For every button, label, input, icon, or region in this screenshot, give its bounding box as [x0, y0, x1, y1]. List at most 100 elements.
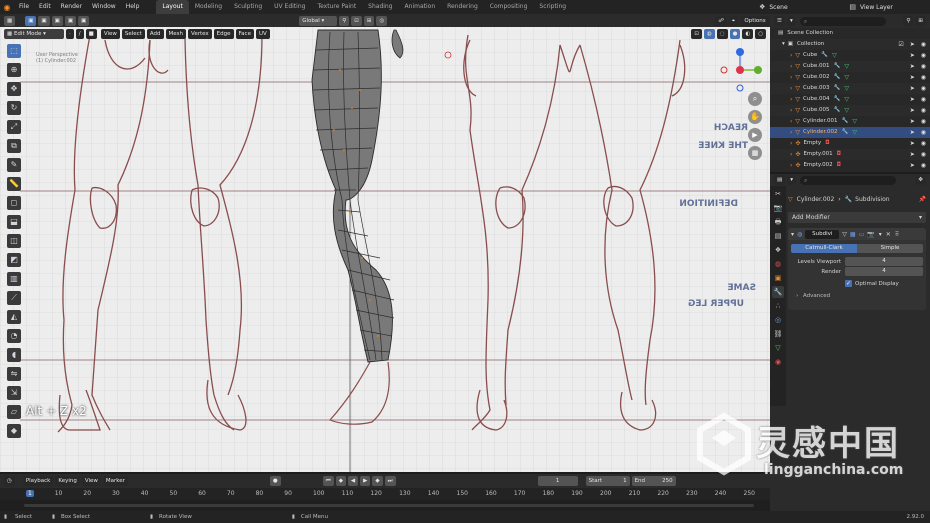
current-frame-field[interactable]: 1	[537, 476, 578, 486]
modifier-menu-icon[interactable]: ▾	[879, 231, 882, 238]
scene-collection-row[interactable]: ▤ Scene Collection	[770, 28, 930, 39]
select-arrow-icon[interactable]: ➤	[910, 105, 915, 116]
material-tab-icon[interactable]: ◉	[772, 356, 784, 368]
tab-sculpting[interactable]: Sculpting	[228, 0, 268, 14]
poly-build-tool-icon[interactable]: ◭	[7, 310, 21, 324]
outliner-item[interactable]: › ▽ Cube.002 🔧 ▽ ➤ ◉	[770, 72, 930, 83]
shading-render-icon[interactable]: ○	[755, 29, 766, 39]
snap-icon[interactable]: ⊡	[351, 15, 362, 26]
modifier-collapse-icon[interactable]: ▾	[791, 231, 794, 238]
outliner-filter-mode-icon[interactable]: ▾	[786, 16, 796, 26]
advanced-subpanel[interactable]: › Advanced	[796, 293, 926, 299]
visibility-icon[interactable]: ◉	[921, 138, 926, 149]
inset-tool-icon[interactable]: ◫	[7, 234, 21, 248]
spin-tool-icon[interactable]: ◔	[7, 329, 21, 343]
visibility-icon[interactable]: ◉	[921, 61, 926, 72]
render-levels-field[interactable]: 4	[845, 267, 923, 276]
outliner-item[interactable]: › ▽ Cube.004 🔧 ▽ ➤ ◉	[770, 94, 930, 105]
bevel-tool-icon[interactable]: ◩	[7, 253, 21, 267]
expand-arrow-icon[interactable]: ›	[790, 149, 792, 160]
select-mode-intersect-icon[interactable]: ▣	[78, 15, 90, 26]
collection-row[interactable]: ▾ ▣ Collection ☑ ➤ ◉	[770, 39, 930, 50]
tab-shading[interactable]: Shading	[362, 0, 398, 14]
expand-arrow-icon[interactable]: ›	[790, 83, 792, 94]
overlay-icon[interactable]: ◍	[703, 29, 715, 39]
new-collection-icon[interactable]: ⊞	[915, 16, 926, 26]
modifier-delete-icon[interactable]: ✕	[886, 231, 891, 238]
outliner-filter-icon[interactable]: ⚲	[903, 16, 914, 26]
outliner-item[interactable]: › ▽ Cube 🔧 ▽ ➤ ◉	[770, 50, 930, 61]
scene-selector[interactable]: Scene	[769, 4, 839, 11]
visibility-icon[interactable]: ◉	[921, 160, 926, 171]
visibility-icon[interactable]: ◉	[921, 127, 926, 138]
select-arrow-icon[interactable]: ➤	[910, 94, 915, 105]
rotate-tool-icon[interactable]: ↻	[7, 101, 21, 115]
properties-pin-icon[interactable]: ✥	[915, 175, 926, 185]
edit-menu-vertex[interactable]: Vertex	[187, 29, 212, 39]
jump-start-icon[interactable]: ⏮	[322, 476, 334, 486]
select-arrow-icon[interactable]: ➤	[910, 160, 915, 171]
shading-solid-icon[interactable]: ●	[729, 29, 741, 39]
tab-animation[interactable]: Animation	[399, 0, 442, 14]
tab-texture-paint[interactable]: Texture Paint	[311, 0, 362, 14]
mode-dropdown[interactable]: ▦ Edit Mode ▾	[4, 29, 64, 39]
scene-icon[interactable]: ❖	[759, 3, 765, 11]
expand-arrow-icon[interactable]: ›	[790, 94, 792, 105]
shear-tool-icon[interactable]: ▱	[7, 405, 21, 419]
timeline-ruler[interactable]: 1 10 20 30 40 50 60 70 80 90 100 110 120 130 140 150 160…	[0, 488, 770, 500]
expand-arrow-icon[interactable]: ›	[790, 72, 792, 83]
shrink-fatten-tool-icon[interactable]: ⇲	[7, 386, 21, 400]
move-tool-icon[interactable]: ✥	[7, 82, 21, 96]
blender-logo-icon[interactable]: ◉	[0, 3, 14, 12]
tool-tab-icon[interactable]: ✂	[772, 188, 784, 200]
outliner-item[interactable]: › ▽ Cube.003 🔧 ▽ ➤ ◉	[770, 83, 930, 94]
output-tab-icon[interactable]: 🖶	[772, 216, 784, 228]
expand-arrow-icon[interactable]: ›	[790, 61, 792, 72]
edit-menu-view[interactable]: View	[100, 29, 120, 39]
expand-arrow-icon[interactable]: ›	[790, 50, 792, 61]
view-layer-selector[interactable]: View Layer	[860, 4, 930, 11]
viewport-toggle-icon[interactable]: ▭	[859, 231, 865, 238]
outliner-item[interactable]: › ✣ Empty ◘ ➤ ◉	[770, 138, 930, 149]
render-tab-icon[interactable]: 📷	[772, 202, 784, 214]
simple-button[interactable]: Simple	[857, 244, 923, 253]
properties-search-field[interactable]: ⌕	[799, 175, 896, 185]
edit-menu-add[interactable]: Add	[146, 29, 164, 39]
exclude-checkbox-icon[interactable]: ☑	[898, 39, 903, 50]
modifier-name-field[interactable]: Subdivi	[805, 229, 840, 239]
smooth-tool-icon[interactable]: ◖	[7, 348, 21, 362]
menu-window[interactable]: Window	[87, 0, 121, 14]
tab-scripting[interactable]: Scripting	[533, 0, 572, 14]
select-mode-extend-icon[interactable]: ▣	[38, 15, 50, 26]
cage-toggle-icon[interactable]: ▦	[850, 231, 856, 238]
timeline-scrollbar[interactable]	[24, 504, 754, 507]
particles-tab-icon[interactable]: ∴	[772, 300, 784, 312]
loop-cut-tool-icon[interactable]: ▥	[7, 272, 21, 286]
optimal-display-checkbox[interactable]: ✓	[845, 280, 852, 287]
edge-slide-tool-icon[interactable]: ⇋	[7, 367, 21, 381]
select-arrow-icon[interactable]: ➤	[910, 83, 915, 94]
perspective-toggle-icon[interactable]: ▦	[748, 146, 762, 160]
marker-menu[interactable]: Marker	[102, 476, 128, 486]
visibility-icon[interactable]: ◉	[921, 94, 926, 105]
scene-tab-icon[interactable]: ❖	[772, 244, 784, 256]
properties-editor-icon[interactable]: ▤	[774, 175, 786, 185]
select-arrow-icon[interactable]: ➤	[910, 50, 915, 61]
face-select-icon[interactable]: ■	[85, 29, 97, 39]
outliner-item[interactable]: › ✣ Empty.002 ◘ ➤ ◉	[770, 160, 930, 171]
tab-modeling[interactable]: Modeling	[189, 0, 228, 14]
select-mode-subtract-icon[interactable]: ▣	[51, 15, 63, 26]
edit-menu-mesh[interactable]: Mesh	[165, 29, 186, 39]
select-arrow-icon[interactable]: ➤	[910, 72, 915, 83]
data-tab-icon[interactable]: ▽	[772, 342, 784, 354]
modifier-tab-icon[interactable]: 🔧	[772, 286, 784, 298]
next-key-icon[interactable]: ◆	[372, 476, 383, 486]
menu-file[interactable]: File	[14, 0, 34, 14]
playback-menu[interactable]: Playback	[22, 476, 54, 486]
select-arrow-icon[interactable]: ➤	[910, 149, 915, 160]
context-pin-icon[interactable]: 📌	[919, 196, 926, 203]
transform-tool-icon[interactable]: ⧉	[7, 139, 21, 153]
snap-target-icon[interactable]: ⊞	[363, 15, 375, 26]
visibility-icon[interactable]: ◉	[921, 83, 926, 94]
select-arrow-icon[interactable]: ➤	[910, 39, 915, 50]
